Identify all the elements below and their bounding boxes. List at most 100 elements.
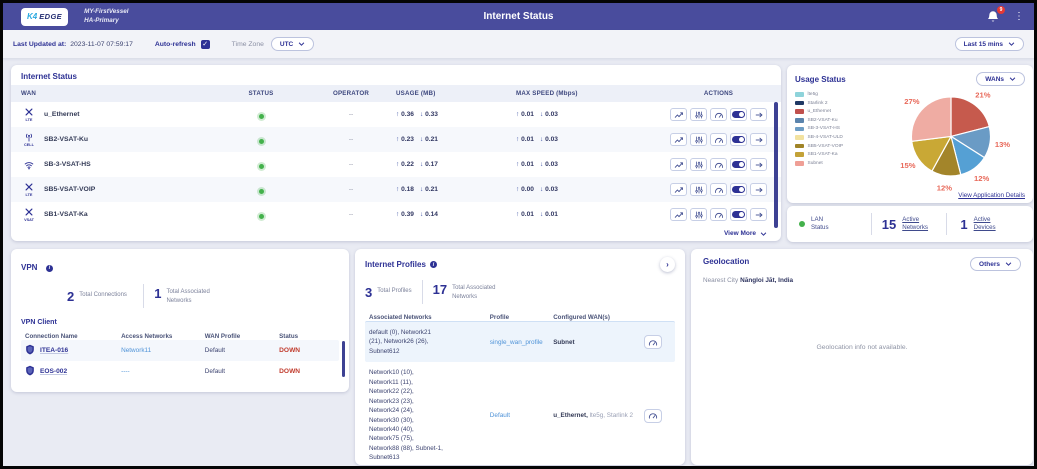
notifications-button[interactable]: 9 — [986, 10, 1000, 24]
details-arrow-button[interactable] — [750, 133, 767, 146]
kebab-menu-icon[interactable]: ⋮ — [1014, 12, 1024, 22]
wan-status-cell — [216, 131, 306, 149]
enable-toggle[interactable] — [730, 133, 747, 146]
chart-action-button[interactable] — [670, 133, 687, 146]
speedtest-action-button[interactable] — [644, 409, 662, 423]
wan-name[interactable]: SB2-VSAT-Ku — [44, 136, 88, 143]
chart-action-button[interactable] — [670, 108, 687, 121]
vpn-connection-name[interactable]: EOS-002 — [25, 365, 121, 378]
notification-badge: 9 — [997, 6, 1005, 14]
enable-toggle[interactable] — [730, 183, 747, 196]
vpn-access-networks[interactable]: ---- — [121, 368, 205, 375]
usage-filter-select[interactable]: WANs — [976, 72, 1025, 86]
vpn-access-networks[interactable]: Network11 — [121, 347, 205, 354]
legend-swatch — [795, 109, 804, 114]
geolocation-filter-select[interactable]: Others — [970, 257, 1021, 271]
info-icon[interactable]: i — [46, 265, 53, 272]
wan-actions — [666, 208, 771, 221]
vpn-total-networks-value: 1 — [154, 287, 161, 300]
chart-action-button[interactable] — [670, 208, 687, 221]
details-arrow-button[interactable] — [750, 208, 767, 221]
wan-operator: -- — [306, 161, 396, 168]
last-updated-label: Last Updated at: — [13, 41, 66, 48]
details-arrow-button[interactable] — [750, 158, 767, 171]
chevron-down-icon — [1005, 262, 1012, 266]
configure-action-button[interactable] — [690, 158, 707, 171]
auto-refresh-checkbox[interactable]: ✓ — [201, 40, 210, 49]
toggle-on — [732, 161, 745, 168]
active-devices-link[interactable]: Active Devices — [974, 216, 1008, 233]
details-arrow-button[interactable] — [750, 183, 767, 196]
wan-name[interactable]: u_Ethernet — [44, 111, 80, 118]
speedtest-action-button[interactable] — [710, 183, 727, 196]
profile-table-row: Network10 (10), Network11 (11), Network2… — [365, 362, 675, 468]
profile-name-link[interactable]: Default — [490, 412, 553, 419]
wan-operator: -- — [306, 186, 396, 193]
details-arrow-button[interactable] — [750, 108, 767, 121]
profiles-rows: default (0), Network21 (21), Network26 (… — [365, 321, 675, 469]
enable-toggle[interactable] — [730, 208, 747, 221]
vpn-rows: ITEA-016Network11DefaultDOWNEOS-002----D… — [21, 340, 339, 382]
profiles-total-networks-label: Total Associated Networks — [452, 283, 510, 300]
timezone-select[interactable]: UTC — [271, 37, 314, 51]
wan-name[interactable]: SB5-VSAT-VOIP — [44, 186, 95, 193]
geolocation-filter-value: Others — [979, 261, 1000, 268]
column-connection-name: Connection Name — [25, 333, 121, 340]
vpn-connection-name[interactable]: ITEA-016 — [25, 344, 121, 357]
wan-usage: ↑ 0.18↓ 0.21 — [396, 186, 516, 193]
time-range-select[interactable]: Last 15 mins — [955, 37, 1024, 51]
internet-status-card: Internet Status WAN STATUS OPERATOR USAG… — [11, 65, 781, 241]
speedtest-action-button[interactable] — [710, 133, 727, 146]
vsat-icon: VSAT — [21, 207, 37, 222]
internet-profiles-card: Internet Profiles i › 3 Total Profiles 1… — [355, 249, 685, 465]
chart-action-button[interactable] — [670, 183, 687, 196]
chart-action-button[interactable] — [670, 158, 687, 171]
wan-table-row: SB-3-VSAT-HS--↑ 0.22↓ 0.17↑ 0.01↓ 0.03 — [11, 152, 781, 177]
vpn-status-badge: DOWN — [279, 347, 335, 354]
vpn-wan-profile: Default — [205, 368, 279, 375]
chevron-down-icon — [298, 42, 305, 46]
table-scrollbar[interactable] — [774, 102, 778, 228]
wan-max-speed: ↑ 0.00↓ 0.03 — [516, 186, 666, 193]
pie-slice-label: 12% — [974, 174, 989, 183]
column-associated-networks: Associated Networks — [369, 314, 490, 321]
wan-status-cell — [216, 181, 306, 199]
enable-toggle[interactable] — [730, 158, 747, 171]
view-more-link[interactable]: View More — [724, 230, 767, 237]
usage-pie-chart: 21%13%12%12%15%27% — [875, 87, 1027, 193]
vpn-scrollbar[interactable] — [342, 341, 346, 377]
active-devices-count: 1 — [960, 217, 967, 232]
speedtest-action-button[interactable] — [710, 108, 727, 121]
wan-actions — [666, 158, 771, 171]
configure-action-button[interactable] — [690, 208, 707, 221]
expand-profiles-button[interactable]: › — [660, 257, 675, 272]
speedtest-action-button[interactable] — [644, 335, 662, 349]
header-actions: 9 ⋮ — [986, 10, 1024, 24]
legend-label: u_Ethernet — [808, 109, 831, 114]
toolbar: Last Updated at: 2023-11-07 07:59:17 Aut… — [3, 30, 1034, 59]
configure-action-button[interactable] — [690, 108, 707, 121]
legend-label: SB2-VSAT-Ku — [808, 118, 838, 123]
status-up-dot — [259, 189, 264, 194]
profile-name-link[interactable]: single_wan_profile — [490, 339, 553, 346]
configure-action-button[interactable] — [690, 183, 707, 196]
wan-name[interactable]: SB-3-VSAT-HS — [44, 161, 91, 168]
internet-profiles-title: Internet Profiles — [365, 260, 426, 269]
pie-slice-label: 13% — [995, 140, 1010, 149]
speedtest-action-button[interactable] — [710, 208, 727, 221]
active-networks-link[interactable]: Active Networks — [902, 216, 936, 233]
info-icon[interactable]: i — [430, 261, 437, 268]
enable-toggle[interactable] — [730, 108, 747, 121]
shield-icon — [25, 365, 35, 378]
wan-operator: -- — [306, 111, 396, 118]
speedtest-action-button[interactable] — [710, 158, 727, 171]
vpn-total-connections-label: Total Connections — [79, 290, 133, 299]
profile-associated-networks: Network10 (10), Network11 (11), Network2… — [369, 368, 490, 462]
configure-action-button[interactable] — [690, 133, 707, 146]
view-application-details-link[interactable]: View Application Details — [958, 192, 1025, 199]
vpn-client-subtitle: VPN Client — [21, 319, 339, 326]
lan-status-label: LAN Status — [811, 216, 837, 232]
wan-max-speed: ↑ 0.01↓ 0.01 — [516, 211, 666, 218]
wan-name[interactable]: SB1-VSAT-Ka — [44, 211, 88, 218]
legend-label: SB5-VSAT-VOIP — [808, 144, 844, 149]
